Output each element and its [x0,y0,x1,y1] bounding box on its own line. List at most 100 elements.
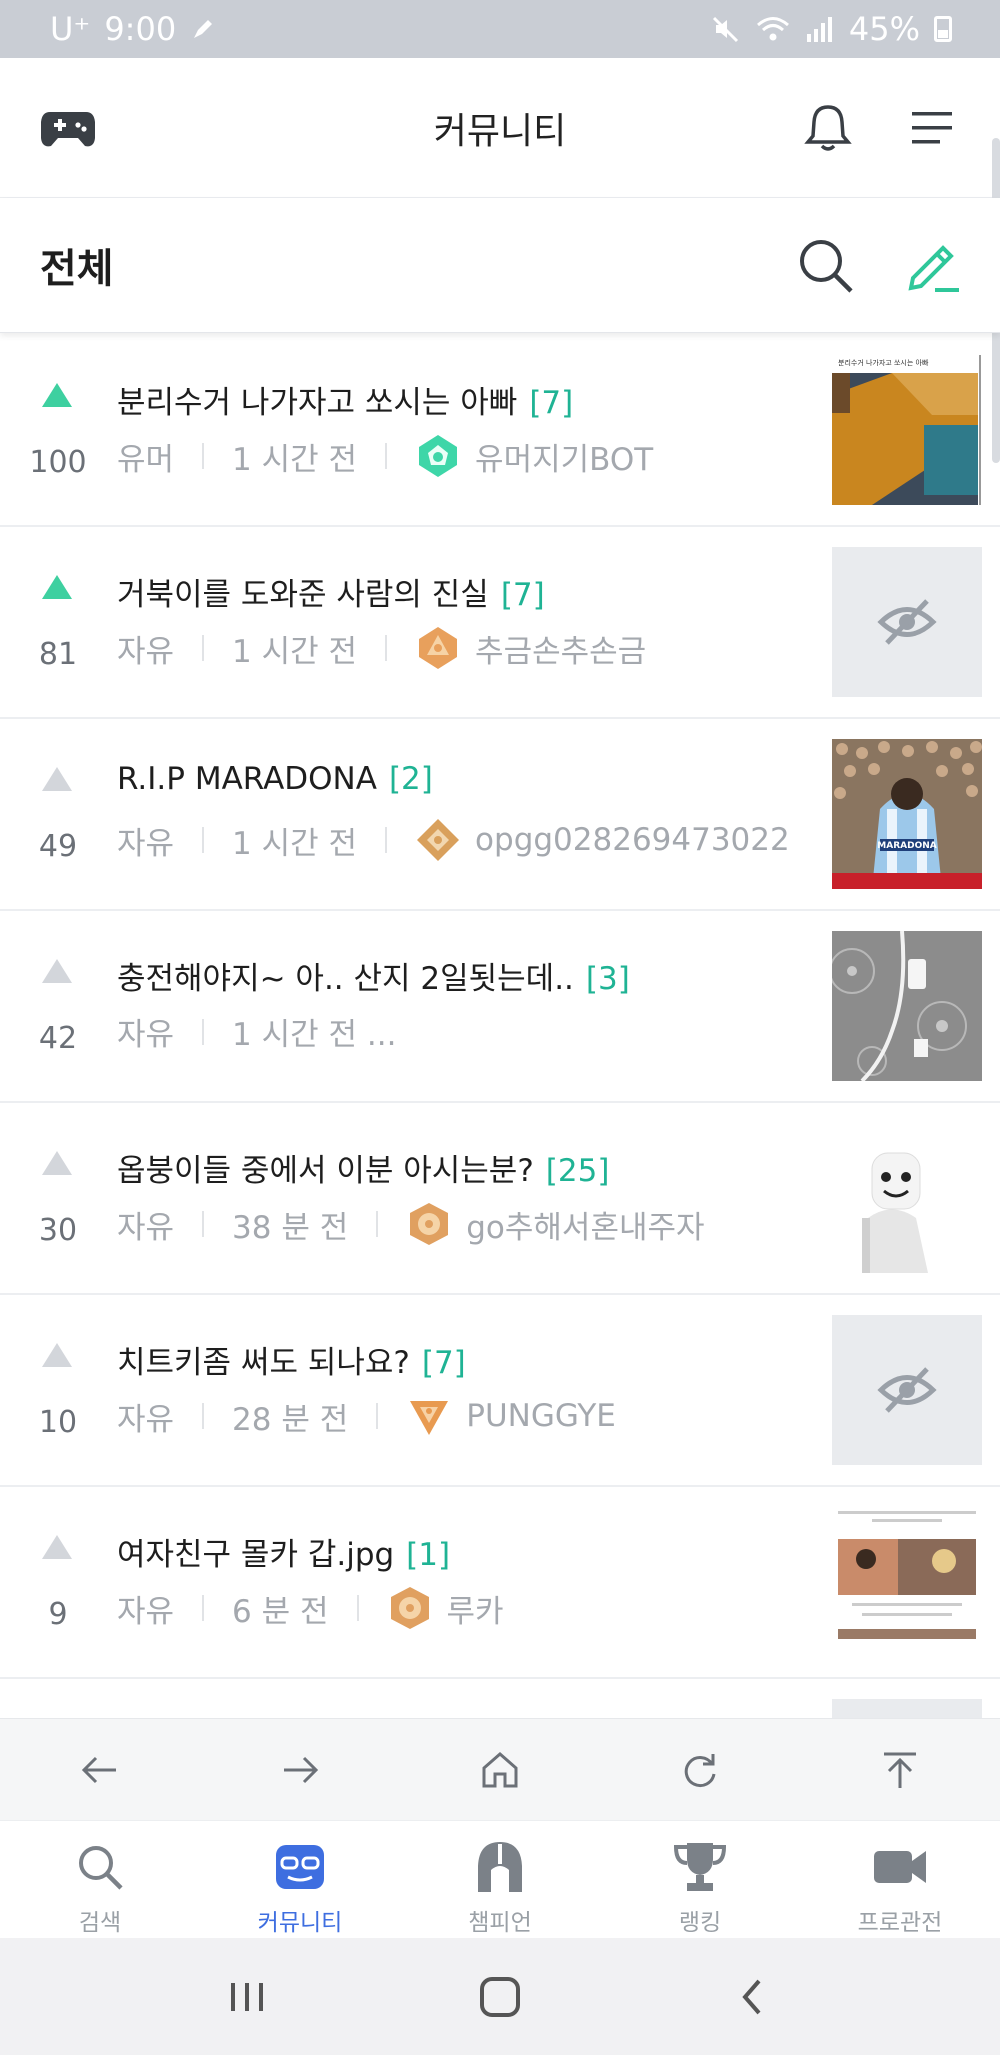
home-icon[interactable] [470,1740,530,1800]
vote-area[interactable]: 42 [20,911,96,1103]
section-header: 전체 [0,198,1000,333]
vote-area[interactable]: 49 [20,719,96,911]
post-title[interactable]: 여자친구 몰카 갑.jpg [1] [117,1529,450,1574]
post-item[interactable]: 9 여자친구 몰카 갑.jpg [1] 자유 6 분 전 루카 [0,1487,1000,1679]
divider [385,635,388,661]
gamepad-icon[interactable] [38,98,98,158]
bell-icon[interactable] [798,98,858,158]
tab-pro-viewing[interactable]: 프로관전 [820,1839,980,1937]
post-title[interactable]: 치트키좀 써도 되나요? [7] [117,1337,466,1382]
post-item[interactable]: 10 치트키좀 써도 되나요? [7] 자유 28 분 전 PUNGGYE [0,1295,1000,1487]
comment-count: [3] [585,961,630,997]
divider [202,443,205,469]
vote-area[interactable]: 100 [20,335,96,527]
post-author[interactable]: PUNGGYE [466,1398,616,1434]
post-thumbnail[interactable] [832,1123,982,1273]
carrier-label: U⁺ [50,10,91,48]
post-item-partial[interactable] [0,1679,1000,1719]
post-item[interactable]: 100 분리수거 나가자고 쏘시는 아빠 [7] 유머 1 시간 전 유머지기BO… [0,335,1000,527]
tab-search[interactable]: 검색 [20,1839,180,1937]
search-icon[interactable] [793,233,859,299]
post-author[interactable]: go추해서혼내주자 [466,1202,704,1247]
post-time: 28 분 전 [232,1401,349,1438]
system-nav-bar [0,1938,1000,2055]
vote-count: 49 [38,829,78,864]
upvote-triangle-icon[interactable] [42,767,72,791]
post-meta: 자유 6 분 전 루카 [117,1585,504,1631]
wifi-icon [756,17,789,41]
refresh-icon[interactable] [670,1740,730,1800]
post-title[interactable]: 분리수거 나가자고 쏘시는 아빠 [7] [117,377,573,422]
comment-count: [7] [500,577,545,613]
post-title[interactable]: 옵붕이들 중에서 이분 아시는분? [25] [117,1145,609,1190]
post-thumbnail[interactable]: 분리수거 나가자고 쏘시는 아빠 [832,355,982,505]
upvote-triangle-icon[interactable] [42,575,72,599]
upvote-triangle-icon[interactable] [42,1151,72,1175]
post-title-text: R.I.P MARADONA [117,761,377,797]
post-title-text: 거북이를 도와준 사람의 진실 [117,577,489,613]
battery-icon [934,16,952,42]
upvote-triangle-icon[interactable] [42,959,72,983]
post-item[interactable]: 30 옵붕이들 중에서 이분 아시는분? [25] 자유 38 분 전 go추해서… [0,1103,1000,1295]
battery-percent: 45% [848,10,920,48]
post-thumbnail[interactable] [832,1507,982,1657]
write-post-icon[interactable] [900,233,966,299]
home-button-icon[interactable] [465,1962,535,2032]
post-title-text: 여자친구 몰카 갑.jpg [117,1537,395,1573]
comment-count: [1] [406,1537,451,1573]
back-button-icon[interactable] [718,1962,788,2032]
upvote-triangle-icon[interactable] [42,383,72,407]
post-item[interactable]: 49 R.I.P MARADONA [2] 자유 1 시간 전 opgg02826… [0,719,1000,911]
comment-count: [7] [529,385,574,421]
post-author[interactable]: 추금손추손금 [475,626,646,671]
post-category: 유머 [117,441,175,478]
post-time: 1 시간 전 [232,441,358,478]
post-author[interactable]: 루카 [447,1586,504,1631]
post-item[interactable]: 81 거북이를 도와준 사람의 진실 [7] 자유 1 시간 전 추금손추손금 [0,527,1000,719]
pen-status-icon [194,20,213,38]
forward-arrow-icon[interactable] [270,1740,330,1800]
post-title[interactable]: R.I.P MARADONA [2] [117,761,433,797]
champion-helmet-icon [472,1839,528,1895]
menu-icon[interactable] [902,98,962,158]
post-meta: 자유 28 분 전 PUNGGYE [117,1393,616,1439]
post-thumbnail[interactable] [832,931,982,1081]
post-category: 자유 [117,1401,175,1438]
mute-icon [712,16,738,43]
post-thumbnail[interactable] [832,1699,982,1719]
post-title-text: 분리수거 나가자고 쏘시는 아빠 [117,385,518,421]
comment-count: [2] [388,761,433,797]
post-time: 38 분 전 [232,1209,349,1246]
scroll-top-icon[interactable] [870,1740,930,1800]
vote-area[interactable]: 10 [20,1295,96,1487]
tab-community[interactable]: 커뮤니티 [220,1839,380,1937]
status-time: 9:00 [104,10,177,48]
post-title[interactable]: 충전해야지~ 아.. 산지 2일됫는데.. [3] [117,953,630,998]
upvote-triangle-icon[interactable] [42,1535,72,1559]
post-title[interactable]: 거북이를 도와준 사람의 진실 [7] [117,569,545,614]
vote-area[interactable]: 81 [20,527,96,719]
back-arrow-icon[interactable] [70,1740,130,1800]
divider [202,635,205,661]
hidden-thumbnail[interactable] [832,1315,982,1465]
vote-count: 81 [38,637,78,672]
section-title: 전체 [40,246,114,292]
vote-area[interactable]: 9 [20,1487,96,1679]
tab-champion[interactable]: 챔피언 [420,1839,580,1937]
post-thumbnail[interactable]: MARADONA [832,739,982,889]
divider [202,1018,205,1045]
tier-badge-icon [410,1401,449,1435]
community-icon [272,1839,328,1895]
upvote-triangle-icon[interactable] [42,1343,72,1367]
hidden-thumbnail[interactable] [832,547,982,697]
recent-apps-icon[interactable] [212,1962,282,2032]
post-item[interactable]: 42 충전해야지~ 아.. 산지 2일됫는데.. [3] 자유 1 시간 전 ..… [0,911,1000,1103]
post-author[interactable]: opgg028269473022 [475,822,790,858]
divider [202,1403,205,1429]
vote-area[interactable]: 30 [20,1103,96,1295]
tab-label: 프로관전 [857,1910,943,1936]
tab-ranking[interactable]: 랭킹 [620,1839,780,1937]
post-author[interactable]: 유머지기BOT [475,434,653,479]
tier-badge-icon [390,1587,429,1629]
status-bar: U⁺ 9:00 45% [0,0,1000,58]
